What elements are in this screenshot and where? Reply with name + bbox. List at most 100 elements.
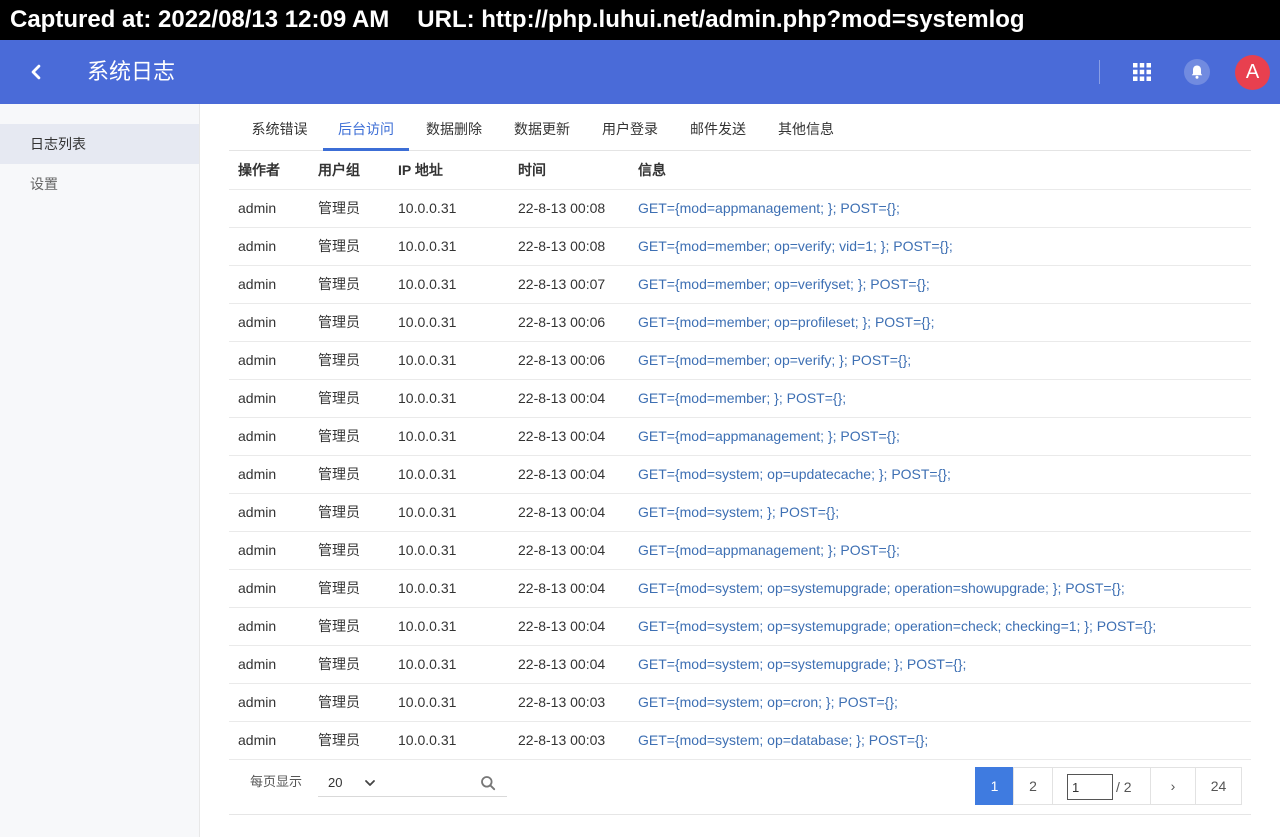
ip-cell: 10.0.0.31 bbox=[389, 569, 509, 608]
ip-cell: 10.0.0.31 bbox=[389, 531, 509, 570]
tab-data-delete[interactable]: 数据删除 bbox=[411, 104, 497, 151]
page-jump: / 2 bbox=[1052, 767, 1151, 805]
table-row: admin 管理员 10.0.0.31 22-8-13 00:03 GET={mod=s… bbox=[229, 683, 1251, 722]
header-divider bbox=[1099, 60, 1100, 84]
ip-cell: 10.0.0.31 bbox=[389, 455, 509, 494]
notifications-button[interactable] bbox=[1184, 59, 1210, 85]
user-group-cell: 管理员 bbox=[309, 379, 389, 418]
info-cell[interactable]: GET={mod=member; op=verify; }; POST={}; bbox=[629, 341, 1251, 380]
operator-cell: admin bbox=[229, 227, 309, 266]
table-row: admin 管理员 10.0.0.31 22-8-13 00:08 GET={mod=a… bbox=[229, 189, 1251, 228]
operator-cell: admin bbox=[229, 189, 309, 228]
ip-cell: 10.0.0.31 bbox=[389, 265, 509, 304]
tab-other-info[interactable]: 其他信息 bbox=[763, 104, 849, 151]
table-row: admin 管理员 10.0.0.31 22-8-13 00:04 GET={mod=a… bbox=[229, 531, 1251, 570]
page-button-1[interactable]: 1 bbox=[975, 767, 1014, 805]
info-cell[interactable]: GET={mod=member; op=profileset; }; POST=… bbox=[629, 303, 1251, 342]
info-cell[interactable]: GET={mod=system; op=systemupgrade; opera… bbox=[629, 607, 1251, 646]
sidebar-item-settings[interactable]: 设置 bbox=[0, 164, 199, 204]
tab-data-update[interactable]: 数据更新 bbox=[499, 104, 585, 151]
log-type-tabs: 系统错误 后台访问 数据删除 数据更新 用户登录 邮件发送 其他信息 bbox=[229, 104, 1251, 151]
ip-cell: 10.0.0.31 bbox=[389, 227, 509, 266]
tab-user-login[interactable]: 用户登录 bbox=[587, 104, 673, 151]
table-row: admin 管理员 10.0.0.31 22-8-13 00:04 GET={mod=s… bbox=[229, 569, 1251, 608]
table-row: admin 管理员 10.0.0.31 22-8-13 00:06 GET={mod=m… bbox=[229, 341, 1251, 380]
info-cell[interactable]: GET={mod=member; op=verify; vid=1; }; PO… bbox=[629, 227, 1251, 266]
operator-cell: admin bbox=[229, 683, 309, 722]
operator-cell: admin bbox=[229, 493, 309, 532]
ip-cell: 10.0.0.31 bbox=[389, 683, 509, 722]
sidebar-item-log-list[interactable]: 日志列表 bbox=[0, 124, 199, 164]
ip-cell: 10.0.0.31 bbox=[389, 379, 509, 418]
apps-grid-button[interactable] bbox=[1131, 61, 1153, 83]
page-button-2[interactable]: 2 bbox=[1013, 767, 1053, 805]
ip-cell: 10.0.0.31 bbox=[389, 189, 509, 228]
info-cell[interactable]: GET={mod=appmanagement; }; POST={}; bbox=[629, 417, 1251, 456]
search-icon[interactable] bbox=[480, 775, 496, 791]
operator-cell: admin bbox=[229, 569, 309, 608]
ip-cell: 10.0.0.31 bbox=[389, 341, 509, 380]
time-cell: 22-8-13 00:04 bbox=[509, 531, 629, 570]
ip-cell: 10.0.0.31 bbox=[389, 607, 509, 646]
column-header-ip: IP 地址 bbox=[389, 151, 509, 190]
user-group-cell: 管理员 bbox=[309, 531, 389, 570]
tab-system-errors[interactable]: 系统错误 bbox=[237, 104, 322, 151]
user-group-cell: 管理员 bbox=[309, 493, 389, 532]
info-cell[interactable]: GET={mod=appmanagement; }; POST={}; bbox=[629, 531, 1251, 570]
user-group-cell: 管理员 bbox=[309, 683, 389, 722]
info-cell[interactable]: GET={mod=system; op=database; }; POST={}… bbox=[629, 721, 1251, 760]
log-table: 操作者 用户组 IP 地址 时间 信息 admin 管理员 10.0.0.31 22-… bbox=[229, 151, 1251, 760]
time-cell: 22-8-13 00:04 bbox=[509, 417, 629, 456]
column-header-time: 时间 bbox=[509, 151, 629, 190]
table-row: admin 管理员 10.0.0.31 22-8-13 00:04 GET={mod=s… bbox=[229, 645, 1251, 684]
info-cell[interactable]: GET={mod=member; }; POST={}; bbox=[629, 379, 1251, 418]
info-cell[interactable]: GET={mod=system; }; POST={}; bbox=[629, 493, 1251, 532]
info-cell[interactable]: GET={mod=system; op=updatecache; }; POST… bbox=[629, 455, 1251, 494]
per-page-select[interactable]: 20 bbox=[318, 768, 507, 797]
operator-cell: admin bbox=[229, 645, 309, 684]
avatar[interactable]: A bbox=[1235, 55, 1270, 90]
time-cell: 22-8-13 00:08 bbox=[509, 189, 629, 228]
time-cell: 22-8-13 00:04 bbox=[509, 379, 629, 418]
capture-timestamp: Captured at: 2022/08/13 12:09 AM bbox=[10, 6, 390, 33]
back-button[interactable] bbox=[22, 58, 50, 86]
tab-mail-send[interactable]: 邮件发送 bbox=[675, 104, 761, 151]
operator-cell: admin bbox=[229, 455, 309, 494]
footer-divider bbox=[229, 814, 1251, 815]
user-group-cell: 管理员 bbox=[309, 455, 389, 494]
user-group-cell: 管理员 bbox=[309, 227, 389, 266]
table-row: admin 管理员 10.0.0.31 22-8-13 00:04 GET={mod=m… bbox=[229, 379, 1251, 418]
time-cell: 22-8-13 00:06 bbox=[509, 341, 629, 380]
next-page-button[interactable]: › bbox=[1150, 767, 1196, 805]
chevron-left-icon bbox=[31, 64, 41, 80]
operator-cell: admin bbox=[229, 531, 309, 570]
top-header: 系统日志 A bbox=[0, 40, 1280, 104]
user-group-cell: 管理员 bbox=[309, 721, 389, 760]
user-group-cell: 管理员 bbox=[309, 569, 389, 608]
operator-cell: admin bbox=[229, 379, 309, 418]
tab-admin-access[interactable]: 后台访问 bbox=[323, 104, 409, 151]
time-cell: 22-8-13 00:07 bbox=[509, 265, 629, 304]
user-group-cell: 管理员 bbox=[309, 645, 389, 684]
chevron-down-icon bbox=[365, 780, 375, 786]
table-header-row: 操作者 用户组 IP 地址 时间 信息 bbox=[229, 151, 1251, 190]
info-cell[interactable]: GET={mod=system; op=cron; }; POST={}; bbox=[629, 683, 1251, 722]
column-header-user-group: 用户组 bbox=[309, 151, 389, 190]
table-row: admin 管理员 10.0.0.31 22-8-13 00:03 GET={mod=s… bbox=[229, 721, 1251, 760]
table-row: admin 管理员 10.0.0.31 22-8-13 00:08 GET={mod=m… bbox=[229, 227, 1251, 266]
info-cell[interactable]: GET={mod=appmanagement; }; POST={}; bbox=[629, 189, 1251, 228]
page-jump-input[interactable] bbox=[1067, 774, 1113, 800]
ip-cell: 10.0.0.31 bbox=[389, 645, 509, 684]
table-row: admin 管理员 10.0.0.31 22-8-13 00:06 GET={mod=m… bbox=[229, 303, 1251, 342]
info-cell[interactable]: GET={mod=system; op=systemupgrade; }; PO… bbox=[629, 645, 1251, 684]
info-cell[interactable]: GET={mod=member; op=verifyset; }; POST={… bbox=[629, 265, 1251, 304]
user-group-cell: 管理员 bbox=[309, 417, 389, 456]
info-cell[interactable]: GET={mod=system; op=systemupgrade; opera… bbox=[629, 569, 1251, 608]
table-row: admin 管理员 10.0.0.31 22-8-13 00:04 GET={mod=s… bbox=[229, 493, 1251, 532]
last-page-button[interactable]: 24 bbox=[1195, 767, 1242, 805]
ip-cell: 10.0.0.31 bbox=[389, 417, 509, 456]
capture-bar: Captured at: 2022/08/13 12:09 AM URL: htt… bbox=[0, 0, 1280, 40]
ip-cell: 10.0.0.31 bbox=[389, 721, 509, 760]
operator-cell: admin bbox=[229, 417, 309, 456]
bell-icon bbox=[1191, 65, 1203, 79]
